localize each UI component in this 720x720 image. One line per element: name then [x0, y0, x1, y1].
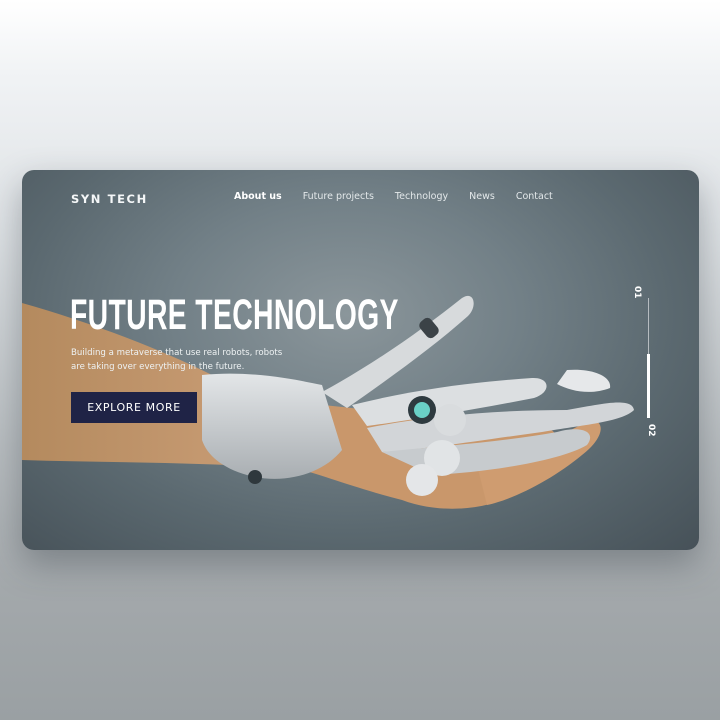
explore-more-button[interactable]: EXPLORE MORE: [71, 392, 197, 423]
nav-future-projects[interactable]: Future projects: [303, 191, 374, 202]
brand-logo[interactable]: SYN TECH: [71, 192, 148, 206]
hero-subtitle: Building a metaverse that use real robot…: [71, 348, 283, 372]
main-nav: About us Future projects Technology News…: [234, 191, 553, 202]
pager-active-indicator: [647, 354, 650, 418]
nav-contact[interactable]: Contact: [516, 191, 553, 202]
hero-title: FUTURE TECHNOLOGY: [70, 291, 399, 339]
pager-next[interactable]: 02: [646, 424, 656, 437]
nav-technology[interactable]: Technology: [395, 191, 448, 202]
nav-news[interactable]: News: [469, 191, 495, 202]
pager-current[interactable]: 01: [632, 286, 642, 299]
nav-about-us[interactable]: About us: [234, 191, 282, 202]
hero-card: SYN TECH About us Future projects Techno…: [22, 170, 699, 550]
